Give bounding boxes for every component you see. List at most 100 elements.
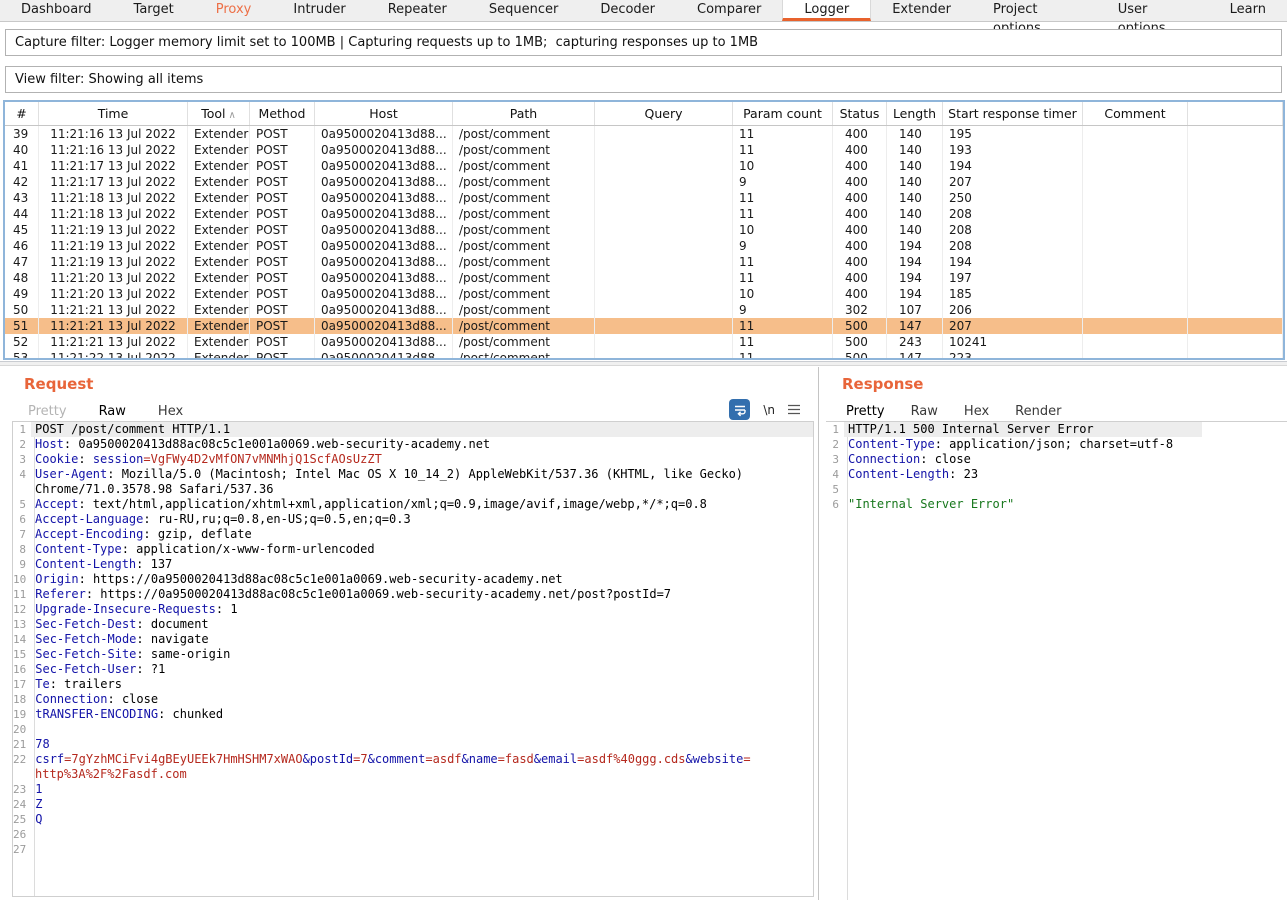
- column-header-start-response-timer[interactable]: Start response timer: [943, 102, 1083, 125]
- log-row-52[interactable]: 5211:21:21 13 Jul 2022ExtenderPOST0a9500…: [5, 334, 1283, 350]
- column-header-length[interactable]: Length: [887, 102, 943, 125]
- cell-time: 11:21:22 13 Jul 2022: [39, 350, 188, 358]
- request-editor-toolbar: \n: [729, 399, 800, 420]
- request-raw-editor[interactable]: 1POST /post/comment HTTP/1.12Host: 0a950…: [12, 421, 814, 897]
- cell-status: 500: [833, 334, 887, 350]
- response-editor-tabs: PrettyRawHexRender: [819, 400, 1287, 420]
- main-tab-intruder[interactable]: Intruder: [272, 0, 366, 21]
- request-line-17: 17Te: trailers: [13, 677, 813, 692]
- line-number: 3: [13, 452, 30, 467]
- column-header-tool[interactable]: Tool∧: [188, 102, 250, 125]
- syntax-segment: : 23: [949, 467, 978, 481]
- cell-status: 302: [833, 302, 887, 318]
- horizontal-splitter[interactable]: [0, 361, 1287, 366]
- capture-filter-bar[interactable]: Capture filter: Logger memory limit set …: [5, 29, 1282, 56]
- request-line-6: 6Accept-Language: ru-RU,ru;q=0.8,en-US;q…: [13, 512, 813, 527]
- cell-host: 0a9500020413d88...: [315, 350, 453, 358]
- log-row-49[interactable]: 4911:21:20 13 Jul 2022ExtenderPOST0a9500…: [5, 286, 1283, 302]
- cell-length: 140: [887, 174, 943, 190]
- cell-id: 52: [5, 334, 39, 350]
- request-line-8: 8Content-Type: application/x-www-form-ur…: [13, 542, 813, 557]
- column-header-status[interactable]: Status: [833, 102, 887, 125]
- request-panel: Request PrettyRawHex \n 1POST /pos: [0, 367, 818, 900]
- cell-comment: [1083, 142, 1188, 158]
- column-header--[interactable]: #: [5, 102, 39, 125]
- column-header-method[interactable]: Method: [250, 102, 315, 125]
- cell-path: /post/comment: [453, 238, 595, 254]
- cell-host: 0a9500020413d88...: [315, 158, 453, 174]
- log-row-39[interactable]: 3911:21:16 13 Jul 2022ExtenderPOST0a9500…: [5, 126, 1283, 142]
- request-line-11: 11Referer: https://0a9500020413d88ac08c5…: [13, 587, 813, 602]
- main-tab-comparer[interactable]: Comparer: [676, 0, 782, 21]
- cell-comment: [1083, 206, 1188, 222]
- cell-host: 0a9500020413d88...: [315, 126, 453, 142]
- cell-param_count: 11: [733, 206, 833, 222]
- syntax-segment: : trailers: [50, 677, 122, 691]
- response-pretty-editor[interactable]: 1HTTP/1.1 500 Internal Server Error2Cont…: [826, 421, 1287, 900]
- cell-id: 44: [5, 206, 39, 222]
- log-row-45[interactable]: 4511:21:19 13 Jul 2022ExtenderPOST0a9500…: [5, 222, 1283, 238]
- syntax-segment: : https://0a9500020413d88ac08c5c1e001a00…: [79, 572, 563, 586]
- main-tab-user-options[interactable]: User options: [1097, 0, 1209, 21]
- cell-timer: 197: [943, 270, 1083, 286]
- log-row-50[interactable]: 5011:21:21 13 Jul 2022ExtenderPOST0a9500…: [5, 302, 1283, 318]
- view-filter-bar[interactable]: View filter: Showing all items: [5, 66, 1282, 93]
- main-tab-repeater[interactable]: Repeater: [367, 0, 468, 21]
- cell-time: 11:21:21 13 Jul 2022: [39, 334, 188, 350]
- cell-time: 11:21:21 13 Jul 2022: [39, 318, 188, 334]
- editor-menu-icon[interactable]: [788, 404, 800, 415]
- column-header-param-count[interactable]: Param count: [733, 102, 833, 125]
- line-content: Upgrade-Insecure-Requests: 1: [31, 602, 813, 617]
- line-number: 15: [13, 647, 30, 662]
- cell-method: POST: [250, 142, 315, 158]
- cell-time: 11:21:19 13 Jul 2022: [39, 222, 188, 238]
- log-row-40[interactable]: 4011:21:16 13 Jul 2022ExtenderPOST0a9500…: [5, 142, 1283, 158]
- column-header-host[interactable]: Host: [315, 102, 453, 125]
- syntax-segment: : text/html,application/xhtml+xml,applic…: [78, 497, 707, 511]
- cell-param_count: 10: [733, 222, 833, 238]
- column-header-query[interactable]: Query: [595, 102, 733, 125]
- log-row-48[interactable]: 4811:21:20 13 Jul 2022ExtenderPOST0a9500…: [5, 270, 1283, 286]
- log-row-53[interactable]: 5311:21:22 13 Jul 2022ExtenderPOST0a9500…: [5, 350, 1283, 358]
- log-row-41[interactable]: 4111:21:17 13 Jul 2022ExtenderPOST0a9500…: [5, 158, 1283, 174]
- cell-time: 11:21:18 13 Jul 2022: [39, 190, 188, 206]
- syntax-segment: &postId: [303, 752, 354, 766]
- log-row-51[interactable]: 5111:21:21 13 Jul 2022ExtenderPOST0a9500…: [5, 318, 1283, 334]
- main-tab-logger[interactable]: Logger: [782, 0, 871, 21]
- cell-path: /post/comment: [453, 126, 595, 142]
- column-header-comment[interactable]: Comment: [1083, 102, 1188, 125]
- cell-filler: [1188, 334, 1283, 350]
- cell-comment: [1083, 158, 1188, 174]
- line-content: Z: [31, 797, 813, 812]
- line-number: 4: [826, 467, 843, 482]
- log-row-42[interactable]: 4211:21:17 13 Jul 2022ExtenderPOST0a9500…: [5, 174, 1283, 190]
- syntax-segment: POST /post/comment HTTP/1.1: [35, 422, 230, 436]
- main-tab-sequencer[interactable]: Sequencer: [468, 0, 579, 21]
- newline-display-icon[interactable]: \n: [763, 403, 775, 417]
- column-header-path[interactable]: Path: [453, 102, 595, 125]
- request-line-3: 3Cookie: session=VgFWy4D2vMfON7vMNMhjQ1S…: [13, 452, 813, 467]
- line-number: [13, 482, 30, 497]
- line-content: Q: [31, 812, 813, 827]
- log-row-43[interactable]: 4311:21:18 13 Jul 2022ExtenderPOST0a9500…: [5, 190, 1283, 206]
- log-row-47[interactable]: 4711:21:19 13 Jul 2022ExtenderPOST0a9500…: [5, 254, 1283, 270]
- syntax-segment: Sec-Fetch-Site: [35, 647, 136, 661]
- cell-query: [595, 142, 733, 158]
- main-tab-extender[interactable]: Extender: [871, 0, 972, 21]
- column-header-time[interactable]: Time: [39, 102, 188, 125]
- main-tab-learn[interactable]: Learn: [1209, 0, 1287, 21]
- syntax-segment: 78: [35, 737, 49, 751]
- word-wrap-toggle-icon[interactable]: [729, 399, 750, 420]
- line-number: 26: [13, 827, 30, 842]
- cell-id: 41: [5, 158, 39, 174]
- log-row-44[interactable]: 4411:21:18 13 Jul 2022ExtenderPOST0a9500…: [5, 206, 1283, 222]
- log-table: #TimeTool∧MethodHostPathQueryParam count…: [3, 100, 1285, 360]
- main-tab-decoder[interactable]: Decoder: [579, 0, 676, 21]
- main-tab-dashboard[interactable]: Dashboard: [0, 0, 113, 21]
- line-number: 16: [13, 662, 30, 677]
- main-tab-proxy[interactable]: Proxy: [195, 0, 273, 21]
- cell-filler: [1188, 238, 1283, 254]
- log-row-46[interactable]: 4611:21:19 13 Jul 2022ExtenderPOST0a9500…: [5, 238, 1283, 254]
- main-tab-project-options[interactable]: Project options: [972, 0, 1097, 21]
- main-tab-target[interactable]: Target: [113, 0, 195, 21]
